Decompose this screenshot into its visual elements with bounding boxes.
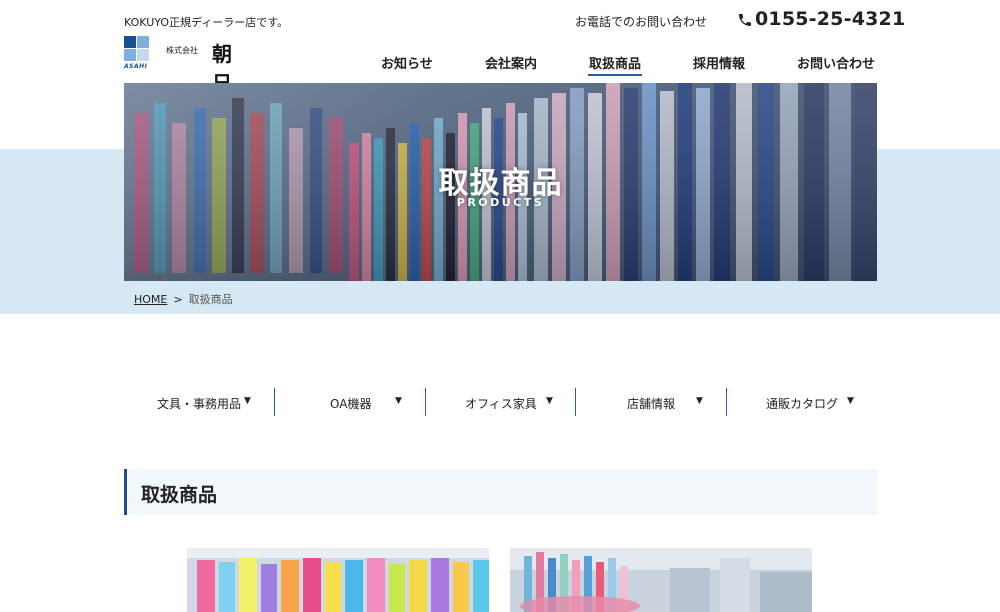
category-label: 店舗情報 bbox=[627, 397, 676, 411]
breadcrumb-current: 取扱商品 bbox=[188, 293, 233, 306]
breadcrumb-home-link[interactable]: HOME bbox=[134, 293, 167, 306]
site-tagline: KOKUYO正規ディーラー店です。 bbox=[124, 16, 289, 29]
category-label: オフィス家具 bbox=[465, 397, 537, 411]
category-label: OA機器 bbox=[330, 397, 372, 411]
nav-company[interactable]: 会社案内 bbox=[485, 53, 537, 73]
section-heading: 取扱商品 bbox=[124, 469, 877, 515]
category-mail-order-catalog[interactable]: 通販カタログ ▼ bbox=[727, 388, 877, 416]
phone-contact-label: お電話でのお問い合わせ bbox=[575, 15, 708, 29]
triangle-down-icon: ▼ bbox=[395, 396, 402, 406]
nav-news[interactable]: お知らせ bbox=[381, 53, 433, 73]
section-title: 取扱商品 bbox=[141, 484, 218, 506]
pen-display-image bbox=[510, 548, 812, 612]
triangle-down-icon: ▼ bbox=[244, 396, 251, 406]
logo-company-type: 株式会社 bbox=[166, 46, 198, 55]
hero-banner: 取扱商品 PRODUCTS bbox=[124, 83, 877, 281]
logo-mark-square bbox=[137, 49, 149, 61]
category-stationery[interactable]: 文具・事務用品 ▼ bbox=[124, 388, 274, 416]
product-thumbnail[interactable] bbox=[510, 548, 812, 612]
stationery-shelf-image bbox=[187, 548, 489, 612]
triangle-down-icon: ▼ bbox=[546, 396, 553, 406]
product-thumbnail[interactable] bbox=[187, 548, 489, 612]
breadcrumb-separator: > bbox=[173, 293, 183, 306]
phone-icon bbox=[739, 14, 751, 26]
nav-contact[interactable]: お問い合わせ bbox=[797, 53, 875, 73]
logo-english-text: ASAHI bbox=[124, 63, 148, 70]
category-office-furniture[interactable]: オフィス家具 ▼ bbox=[426, 388, 576, 416]
company-logo[interactable]: ASAHI 株式会社 朝日 bbox=[124, 36, 294, 95]
logo-mark-square bbox=[124, 49, 136, 61]
breadcrumb: HOME > 取扱商品 bbox=[134, 291, 233, 307]
category-oa-equipment[interactable]: OA機器 ▼ bbox=[275, 388, 425, 416]
logo-mark-square bbox=[124, 36, 136, 48]
nav-products[interactable]: 取扱商品 bbox=[587, 53, 643, 76]
category-label: 通販カタログ bbox=[766, 397, 839, 411]
hero-subtitle: PRODUCTS bbox=[456, 196, 545, 209]
category-store-info[interactable]: 店舗情報 ▼ bbox=[576, 388, 726, 416]
logo-mark-square bbox=[137, 36, 149, 48]
category-label: 文具・事務用品 bbox=[157, 397, 242, 411]
triangle-down-icon: ▼ bbox=[696, 396, 703, 406]
nav-recruit[interactable]: 採用情報 bbox=[693, 53, 745, 73]
phone-number[interactable]: 0155-25-4321 bbox=[755, 8, 905, 30]
triangle-down-icon: ▼ bbox=[847, 396, 854, 406]
